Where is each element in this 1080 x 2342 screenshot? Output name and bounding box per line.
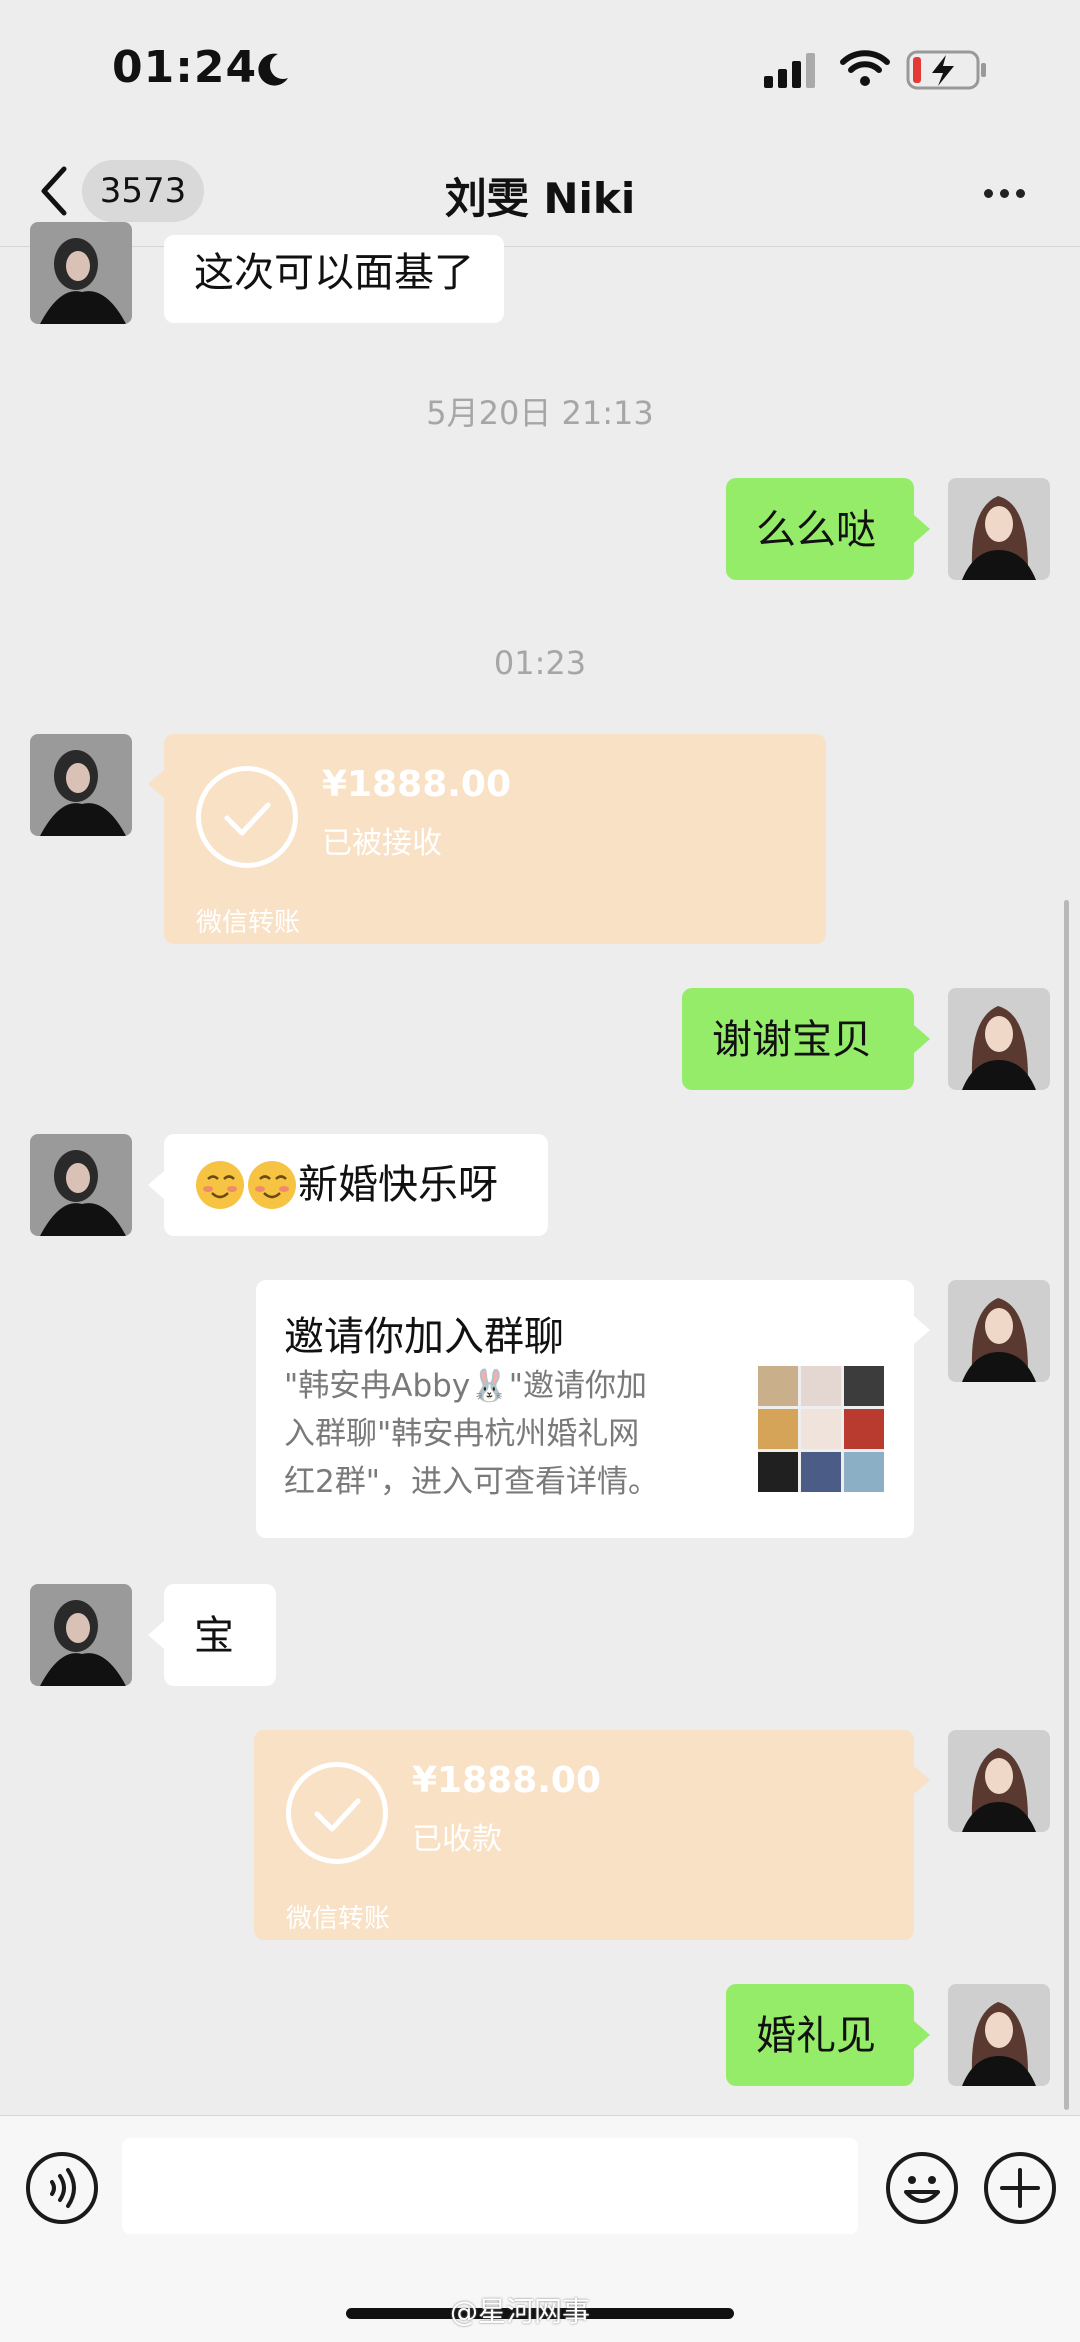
plus-icon <box>1000 2168 1040 2208</box>
transfer-status: 已被接收 <box>322 826 442 861</box>
bubble-tail <box>914 515 930 543</box>
more-functions-button[interactable] <box>984 2152 1056 2224</box>
more-options-icon[interactable] <box>984 183 1032 202</box>
timestamp: 5月20日 21:13 <box>426 394 654 432</box>
battery-charging-icon <box>906 50 986 90</box>
transfer-amount: ¥1888.00 <box>412 1760 602 1801</box>
my-avatar[interactable] <box>948 1984 1050 2086</box>
watermark: @星河网事 <box>450 2295 591 2328</box>
my-avatar[interactable] <box>948 478 1050 580</box>
bubble-tail <box>148 1171 164 1199</box>
contact-avatar[interactable] <box>30 1134 132 1236</box>
timestamp: 01:23 <box>493 644 587 682</box>
smiley-icon <box>904 2176 940 2203</box>
scrollbar[interactable] <box>1064 900 1069 2110</box>
transfer-status: 已收款 <box>412 1822 502 1857</box>
bubble-tail <box>914 1025 930 1053</box>
my-avatar[interactable] <box>948 988 1050 1090</box>
my-avatar[interactable] <box>948 1730 1050 1832</box>
transfer-label: 微信转账 <box>196 908 301 938</box>
wifi-icon <box>840 50 890 86</box>
invite-description: "韩安冉Abby🐰"邀请你加 入群聊"韩安冉杭州婚礼网 红2群"，进入可查看详情… <box>284 1368 659 1500</box>
check-circle-icon <box>286 1762 388 1864</box>
voice-input-button[interactable] <box>26 2152 98 2224</box>
blush-smile-emoji-icon <box>196 1161 296 1209</box>
transfer-card[interactable]: ¥1888.00 已被接收 微信转账 <box>164 734 826 944</box>
contact-avatar[interactable] <box>30 734 132 836</box>
transfer-label: 微信转账 <box>286 1904 391 1934</box>
bubble-tail <box>914 1766 930 1794</box>
message-bubble[interactable]: 宝 <box>164 1584 276 1686</box>
message-text: 新婚快乐呀 <box>298 1162 498 1208</box>
bubble-tail <box>148 770 164 798</box>
message-input[interactable] <box>122 2138 858 2234</box>
transfer-card[interactable]: ¥1888.00 已收款 微信转账 <box>254 1730 914 1940</box>
message-bubble[interactable]: 么么哒 <box>726 478 914 580</box>
status-time: 01:24 <box>112 42 258 93</box>
group-avatar-grid <box>758 1366 884 1492</box>
chat-title: 刘雯 Niki <box>444 174 636 223</box>
contact-avatar[interactable] <box>30 1584 132 1686</box>
message-bubble[interactable]: 谢谢宝贝 <box>682 988 914 1090</box>
message-bubble[interactable]: 新婚快乐呀 <box>164 1134 548 1236</box>
moon-icon <box>258 53 288 86</box>
bubble-tail <box>148 1621 164 1649</box>
transfer-amount: ¥1888.00 <box>322 764 512 805</box>
my-avatar[interactable] <box>948 1280 1050 1382</box>
group-invite-card[interactable]: 邀请你加入群聊 "韩安冉Abby🐰"邀请你加 入群聊"韩安冉杭州婚礼网 红2群"… <box>256 1280 914 1538</box>
signal-icon <box>764 53 815 88</box>
bubble-tail <box>914 1316 930 1344</box>
bubble-tail <box>914 2021 930 2049</box>
contact-avatar[interactable] <box>30 222 132 324</box>
message-bubble[interactable]: 这次可以面基了 <box>164 235 504 323</box>
check-circle-icon <box>196 766 298 868</box>
message-bubble[interactable]: 婚礼见 <box>726 1984 914 2086</box>
invite-title: 邀请你加入群聊 <box>284 1314 564 1360</box>
voice-icon <box>50 2168 76 2208</box>
emoji-button[interactable] <box>886 2152 958 2224</box>
